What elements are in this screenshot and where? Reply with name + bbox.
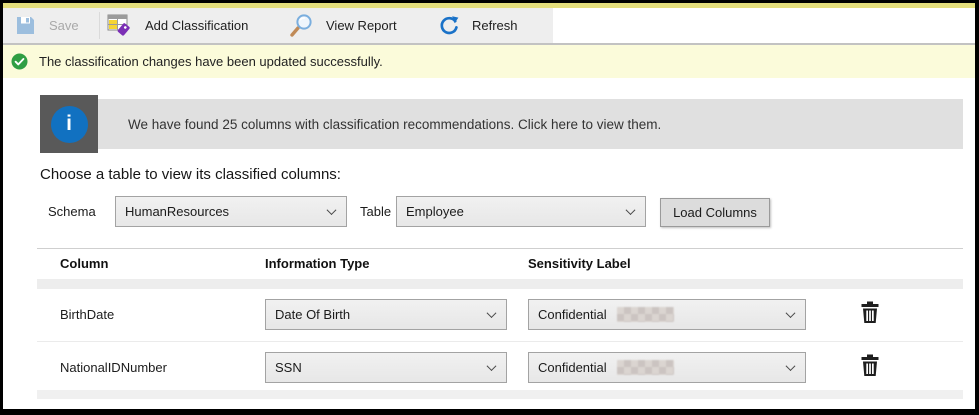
toolbar: Save Add Classification (3, 8, 553, 43)
window-border (0, 409, 979, 415)
schema-dropdown-value: HumanResources (125, 204, 229, 219)
table-with-tag-icon (107, 14, 133, 37)
window-border (0, 0, 3, 415)
save-button[interactable]: Save (15, 8, 79, 43)
chevron-down-icon (327, 205, 337, 215)
column-header-information-type: Information Type (265, 249, 369, 279)
info-circle-icon: i (51, 106, 88, 143)
schema-label: Schema (48, 204, 96, 219)
trash-icon (860, 301, 882, 324)
information-type-value: SSN (275, 360, 302, 375)
sensitivity-label-dropdown-row1[interactable]: Confidential (528, 299, 806, 330)
view-report-label: View Report (326, 18, 397, 33)
window-border (0, 0, 979, 3)
load-columns-button[interactable]: Load Columns (660, 198, 770, 227)
circular-arrow-icon (439, 15, 459, 36)
magnifier-icon (289, 13, 314, 38)
chevron-down-icon (487, 361, 497, 371)
delete-row-button-row2[interactable] (860, 353, 882, 377)
redacted-text-block (617, 307, 674, 322)
data-classification-window: Save Add Classification (0, 0, 979, 415)
redacted-text-block (617, 360, 674, 375)
refresh-button[interactable]: Refresh (439, 8, 518, 43)
status-message: The classification changes have been upd… (39, 54, 383, 69)
floppy-disk-icon (15, 15, 36, 36)
chooser-heading: Choose a table to view its classified co… (40, 166, 341, 183)
chevron-down-icon (786, 308, 796, 318)
grid-top-border (37, 248, 963, 249)
grid-header-strip (37, 279, 963, 289)
status-bar: The classification changes have been upd… (3, 45, 975, 78)
add-classification-button[interactable]: Add Classification (107, 8, 248, 43)
chevron-down-icon (487, 308, 497, 318)
chevron-down-icon (626, 205, 636, 215)
row-column-name: BirthDate (60, 307, 114, 322)
toolbar-separator (99, 12, 100, 39)
sensitivity-label-dropdown-row2[interactable]: Confidential (528, 352, 806, 383)
column-header-sensitivity-label: Sensitivity Label (528, 249, 631, 279)
table-label: Table (360, 204, 391, 219)
chevron-down-icon (786, 361, 796, 371)
view-report-button[interactable]: View Report (289, 8, 397, 43)
information-type-dropdown-row2[interactable]: SSN (265, 352, 507, 383)
sensitivity-label-value: Confidential (538, 307, 607, 322)
green-check-icon (11, 53, 28, 70)
information-type-dropdown-row1[interactable]: Date Of Birth (265, 299, 507, 330)
window-top-strip (3, 3, 975, 8)
table-dropdown-value: Employee (406, 204, 464, 219)
recommendations-message: We have found 25 columns with classifica… (128, 117, 661, 132)
trash-icon (860, 354, 882, 377)
recommendations-banner[interactable]: We have found 25 columns with classifica… (98, 99, 963, 149)
information-type-value: Date Of Birth (275, 307, 350, 322)
column-header-column: Column (60, 249, 108, 279)
delete-row-button-row1[interactable] (860, 300, 882, 324)
schema-dropdown[interactable]: HumanResources (115, 196, 347, 227)
grid-bottom-strip (37, 390, 963, 399)
refresh-label: Refresh (472, 18, 518, 33)
sensitivity-label-value: Confidential (538, 360, 607, 375)
row-column-name: NationalIDNumber (60, 360, 167, 375)
window-border (975, 0, 979, 415)
table-dropdown[interactable]: Employee (396, 196, 646, 227)
add-classification-label: Add Classification (145, 18, 248, 33)
save-button-label: Save (49, 18, 79, 33)
row-separator (37, 341, 963, 342)
info-icon-tile: i (40, 95, 98, 153)
